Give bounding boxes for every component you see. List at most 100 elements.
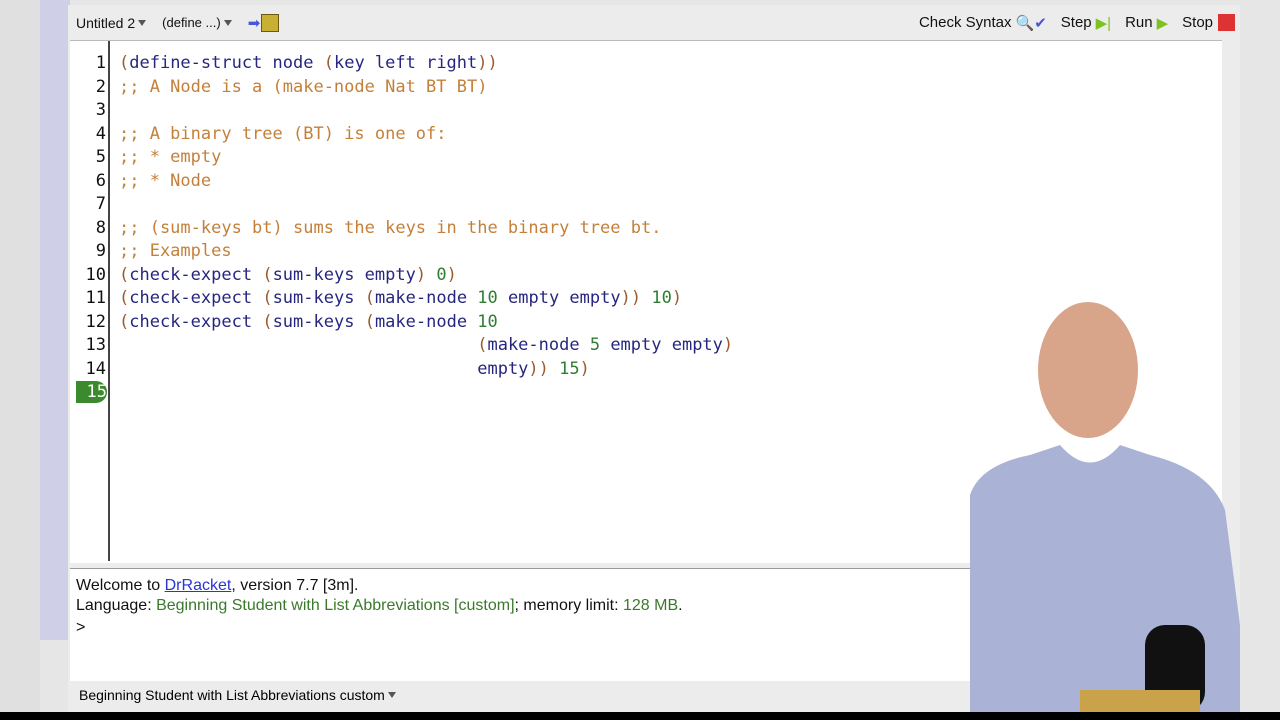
line-number: 14 [85, 358, 106, 379]
define-menu[interactable]: (define ...) [162, 15, 232, 30]
line-number: 10 [85, 264, 106, 285]
screen-bottom-bar [0, 712, 1280, 720]
line-number: 13 [85, 335, 106, 355]
code-token: make-node [374, 311, 478, 332]
code-token: )) [528, 358, 549, 379]
language-name: Beginning Student with List Abbreviation… [156, 597, 515, 614]
code-line[interactable]: (make-node 5 empty empty) [119, 334, 733, 356]
code-token: ;; * empty [119, 147, 222, 167]
line-number: 1 [95, 53, 106, 73]
code-token: ( [119, 288, 130, 308]
code-token: empty empty [600, 335, 723, 355]
version-text: , version 7.7 [3m]. [231, 577, 359, 594]
code-line[interactable]: ;; A Node is a (make-node Nat BT BT) [119, 76, 487, 98]
code-token: sum-keys empty [272, 264, 416, 285]
magnifier-check-icon: 🔍✔ [1015, 14, 1047, 32]
chevron-down-icon [387, 692, 396, 698]
define-menu-label: (define ...) [162, 15, 221, 30]
code-token: sum-keys [272, 311, 365, 332]
code-token: ) [671, 288, 683, 308]
code-token: make-node [374, 288, 478, 308]
stop-icon [1218, 14, 1235, 31]
code-line[interactable]: empty)) 15) [119, 358, 590, 380]
step-button[interactable]: Step ▶| [1061, 14, 1111, 32]
code-token: sum-keys [272, 288, 365, 308]
welcome-line: Welcome to DrRacket, version 7.7 [3m]. [76, 577, 358, 595]
code-token: 15 [559, 358, 580, 379]
stop-button[interactable]: Stop [1182, 14, 1235, 31]
code-line[interactable]: (check-expect (sum-keys (make-node 10 [119, 311, 498, 333]
code-token: key left right [333, 53, 478, 73]
code-token: 10 [651, 288, 672, 308]
line-number: 9 [95, 241, 106, 261]
code-token: )) [620, 288, 642, 308]
code-token: define-struct node [129, 53, 324, 73]
language-menu[interactable]: Beginning Student with List Abbreviation… [79, 687, 396, 703]
memory-label: ; memory limit: [514, 597, 623, 614]
code-line[interactable]: ;; Examples [119, 240, 232, 262]
line-number: 6 [95, 170, 106, 191]
check-syntax-label: Check Syntax [918, 14, 1012, 31]
code-token: ) [446, 264, 457, 285]
run-label: Run [1125, 14, 1153, 31]
line-number: 11 [85, 288, 106, 308]
code-token: empty empty [497, 288, 621, 308]
period: . [678, 597, 683, 614]
line-number: 8 [95, 217, 106, 238]
run-button[interactable]: Run ▶ [1125, 14, 1168, 32]
code-token: ;; A binary tree (BT) is one of: [119, 123, 447, 144]
line-number: 5 [95, 147, 106, 167]
language-line: Language: Beginning Student with List Ab… [76, 597, 683, 615]
code-line[interactable]: (check-expect (sum-keys empty) 0) [119, 264, 457, 286]
code-token: check-expect [129, 264, 263, 285]
code-line[interactable]: (define-struct node (key left right)) [119, 52, 498, 74]
code-token: 10 [477, 311, 498, 332]
step-label: Step [1060, 14, 1092, 31]
play-icon: ▶ [1156, 14, 1169, 32]
file-name-menu[interactable]: Untitled 2 [76, 14, 147, 31]
code-token: ( [119, 264, 130, 285]
code-token: ( [119, 53, 130, 73]
code-token: ;; A Node is a (make-node Nat BT BT) [119, 76, 488, 97]
repl-prompt[interactable]: > [76, 619, 85, 637]
save-button[interactable]: ➡ [248, 13, 280, 32]
chevron-down-icon [138, 19, 147, 26]
code-line[interactable]: ;; * Node [119, 170, 211, 192]
code-token: check-expect [129, 288, 263, 308]
code-token: ) [722, 335, 734, 355]
code-token: make-node [487, 335, 590, 355]
code-line[interactable]: ;; A binary tree (BT) is one of: [119, 123, 447, 145]
chevron-down-icon [223, 19, 232, 26]
code-token: ( [364, 311, 375, 332]
step-icon: ▶| [1095, 14, 1112, 32]
toolbar: Untitled 2 (define ...) ➡ Check Syntax 🔍✔… [68, 5, 1240, 40]
code-token: ( [262, 311, 273, 332]
code-token: ;; * Node [119, 170, 212, 191]
presenter-video [970, 302, 1240, 712]
code-token: ;; (sum-keys bt) sums the keys in the bi… [119, 217, 662, 238]
stop-label: Stop [1182, 14, 1213, 31]
desktop-background [0, 0, 40, 712]
file-name: Untitled 2 [76, 14, 136, 31]
presenter-head [1038, 302, 1138, 438]
check-syntax-button[interactable]: Check Syntax 🔍✔ [919, 14, 1047, 32]
code-token: empty [477, 358, 529, 379]
line-number: 3 [95, 100, 106, 120]
drracket-link[interactable]: DrRacket [165, 577, 232, 594]
code-line[interactable]: ;; (sum-keys bt) sums the keys in the bi… [119, 217, 661, 239]
line-number: 4 [95, 123, 106, 144]
line-number: 2 [95, 76, 106, 97]
line-number: 7 [95, 194, 106, 214]
code-line[interactable]: ;; * empty [119, 146, 221, 168]
desk [1080, 690, 1200, 712]
line-number: 12 [85, 311, 106, 332]
code-token: 10 [477, 288, 498, 308]
code-line[interactable]: (check-expect (sum-keys (make-node 10 em… [119, 287, 682, 309]
code-token: ( [364, 288, 375, 308]
code-token: ( [119, 335, 488, 355]
line-number: 15 [76, 381, 107, 403]
